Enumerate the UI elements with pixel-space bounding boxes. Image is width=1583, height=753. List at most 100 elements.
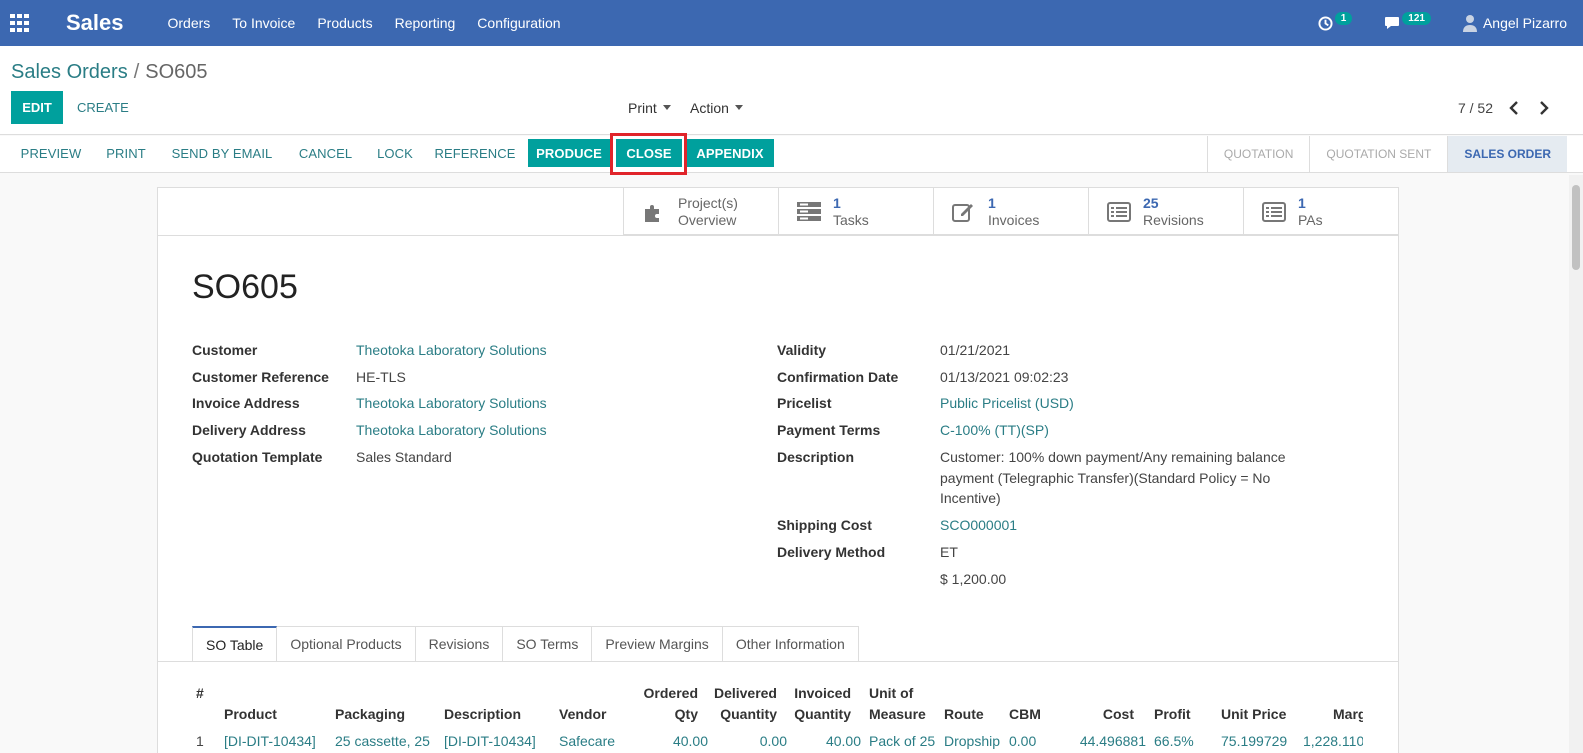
row-1-cost[interactable]: 44.496881 [1068, 733, 1146, 749]
col-route-header[interactable]: Route [944, 683, 984, 725]
col-delivered-qty-header[interactable]: Delivered Quantity [703, 683, 777, 725]
col-number-header[interactable]: # [196, 683, 204, 704]
revisions-button[interactable]: 25 Revisions [1088, 188, 1243, 235]
user-name: Angel Pizarro [1482, 15, 1567, 31]
col-product-header[interactable]: Product [224, 683, 277, 725]
pricelist-label: Pricelist [777, 395, 832, 411]
preview-button[interactable]: PREVIEW [11, 139, 91, 167]
stage-pipeline: QUOTATION QUOTATION SENT SALES ORDER [1206, 136, 1567, 172]
col-profit-header[interactable]: Profit [1154, 683, 1191, 725]
revisions-count: 25 [1143, 194, 1159, 211]
close-button-highlight [610, 133, 687, 175]
tab-preview-margins[interactable]: Preview Margins [592, 626, 723, 662]
edit-button[interactable]: EDIT [11, 91, 63, 124]
row-1-invoiced-qty[interactable]: 40.00 [793, 733, 861, 749]
appendix-button[interactable]: APPENDIX [686, 139, 774, 167]
shipping-cost-link[interactable]: SCO000001 [940, 517, 1017, 533]
tab-so-table[interactable]: SO Table [192, 626, 278, 662]
puzzle-icon [640, 201, 668, 223]
row-1-delivered-qty[interactable]: 0.00 [713, 733, 787, 749]
app-brand[interactable]: Sales [66, 10, 124, 36]
cancel-button[interactable]: CANCEL [288, 139, 363, 167]
apps-grid-icon[interactable] [0, 0, 40, 46]
row-1-profit[interactable]: 66.5% [1154, 733, 1194, 749]
form-sheet: Project(s) Overview 1 Tasks 1 Invoices 25 Re… [157, 187, 1399, 753]
quotation-template-label: Quotation Template [192, 449, 323, 465]
pricelist-link[interactable]: Public Pricelist (USD) [940, 395, 1074, 411]
reference-button[interactable]: REFERENCE [427, 139, 523, 167]
caret-down-icon [734, 105, 743, 110]
pas-label: PAs [1298, 211, 1323, 228]
messages-button[interactable]: 121 [1384, 11, 1431, 30]
row-1-route[interactable]: Dropship [944, 733, 1000, 749]
col-uom-header[interactable]: Unit of Measure [869, 683, 926, 725]
col-ordered-qty-header[interactable]: Ordered Qty [628, 683, 698, 725]
pas-button[interactable]: 1 PAs [1243, 188, 1398, 235]
validity-value: 01/21/2021 [940, 342, 1011, 358]
activity-button[interactable]: 1 [1318, 11, 1353, 31]
row-1-cbm[interactable]: 0.00 [1009, 733, 1036, 749]
notebook-tabs: SO Table Optional Products Revisions SO … [192, 626, 859, 662]
validity-label: Validity [777, 342, 827, 358]
customer-reference-value: HE-TLS [356, 369, 406, 385]
row-1-ordered-qty[interactable]: 40.00 [628, 733, 708, 749]
clock-icon [1318, 15, 1333, 31]
user-avatar-icon [1462, 15, 1477, 32]
page-scrollbar-thumb[interactable] [1572, 185, 1580, 270]
breadcrumb-sales-orders[interactable]: Sales Orders [11, 61, 128, 83]
tab-optional-products[interactable]: Optional Products [277, 626, 416, 662]
menu-to-invoice[interactable]: To Invoice [232, 15, 295, 31]
col-invoiced-qty-header[interactable]: Invoiced Quantity [783, 683, 851, 725]
payment-terms-label: Payment Terms [777, 422, 881, 438]
shipping-amount: $ 1,200.00 [940, 571, 1007, 587]
row-1-product[interactable]: [DI-DIT-10434] [224, 733, 316, 749]
row-1-margin[interactable]: 1,228.110 [1303, 733, 1363, 749]
lock-button[interactable]: LOCK [367, 139, 423, 167]
tab-so-terms[interactable]: SO Terms [503, 626, 593, 662]
delivery-method-label: Delivery Method [777, 544, 886, 560]
create-button[interactable]: CREATE [77, 91, 129, 124]
col-unit-price-header[interactable]: Unit Price [1221, 683, 1286, 725]
row-1-uom[interactable]: Pack of 25 [869, 733, 935, 749]
menu-configuration[interactable]: Configuration [477, 15, 560, 31]
col-cbm-header[interactable]: CBM [1009, 683, 1041, 725]
col-vendor-header[interactable]: Vendor [559, 683, 606, 725]
pas-count: 1 [1298, 194, 1306, 211]
send-by-email-button[interactable]: SEND BY EMAIL [161, 139, 283, 167]
action-dropdown[interactable]: Action [690, 91, 743, 124]
row-1-unit-price[interactable]: 75.199729 [1221, 733, 1287, 749]
invoices-button[interactable]: 1 Invoices [933, 188, 1088, 235]
payment-terms-link[interactable]: C-100% (TT)(SP) [940, 422, 1049, 438]
pager-next-button[interactable] [1534, 98, 1554, 118]
row-1-description[interactable]: [DI-DIT-10434] [444, 733, 536, 749]
tab-other-information[interactable]: Other Information [722, 626, 859, 662]
produce-button[interactable]: PRODUCE [528, 139, 610, 167]
action-dropdown-label: Action [690, 99, 729, 116]
tasks-button[interactable]: 1 Tasks [778, 188, 933, 235]
tab-revisions[interactable]: Revisions [415, 626, 504, 662]
stage-quotation[interactable]: QUOTATION [1206, 136, 1310, 172]
invoice-address-link[interactable]: Theotoka Laboratory Solutions [356, 395, 547, 411]
menu-reporting[interactable]: Reporting [395, 15, 456, 31]
menu-orders[interactable]: Orders [168, 15, 211, 31]
col-description-header[interactable]: Description [444, 683, 521, 725]
tasks-icon [795, 201, 823, 222]
pager-value[interactable]: 7 / 52 [1458, 91, 1493, 124]
customer-link[interactable]: Theotoka Laboratory Solutions [356, 342, 547, 358]
col-cost-header[interactable]: Cost [1068, 683, 1134, 725]
delivery-address-link[interactable]: Theotoka Laboratory Solutions [356, 422, 547, 438]
projects-overview-button[interactable]: Project(s) Overview [623, 188, 778, 235]
list-icon [1260, 201, 1288, 222]
print-dropdown[interactable]: Print [628, 91, 671, 124]
print-button[interactable]: PRINT [96, 139, 156, 167]
stage-quotation-sent[interactable]: QUOTATION SENT [1309, 136, 1447, 172]
col-packaging-header[interactable]: Packaging [335, 683, 405, 725]
row-1-vendor[interactable]: Safecare [559, 733, 615, 749]
menu-products[interactable]: Products [317, 15, 372, 31]
pager-previous-button[interactable] [1504, 98, 1524, 118]
divider [158, 235, 1398, 236]
user-menu[interactable]: Angel Pizarro [1462, 14, 1567, 32]
stage-sales-order[interactable]: SALES ORDER [1447, 136, 1567, 172]
col-margin-header[interactable]: Marg [1333, 683, 1363, 725]
row-1-packaging[interactable]: 25 cassette, 25 [335, 733, 430, 749]
